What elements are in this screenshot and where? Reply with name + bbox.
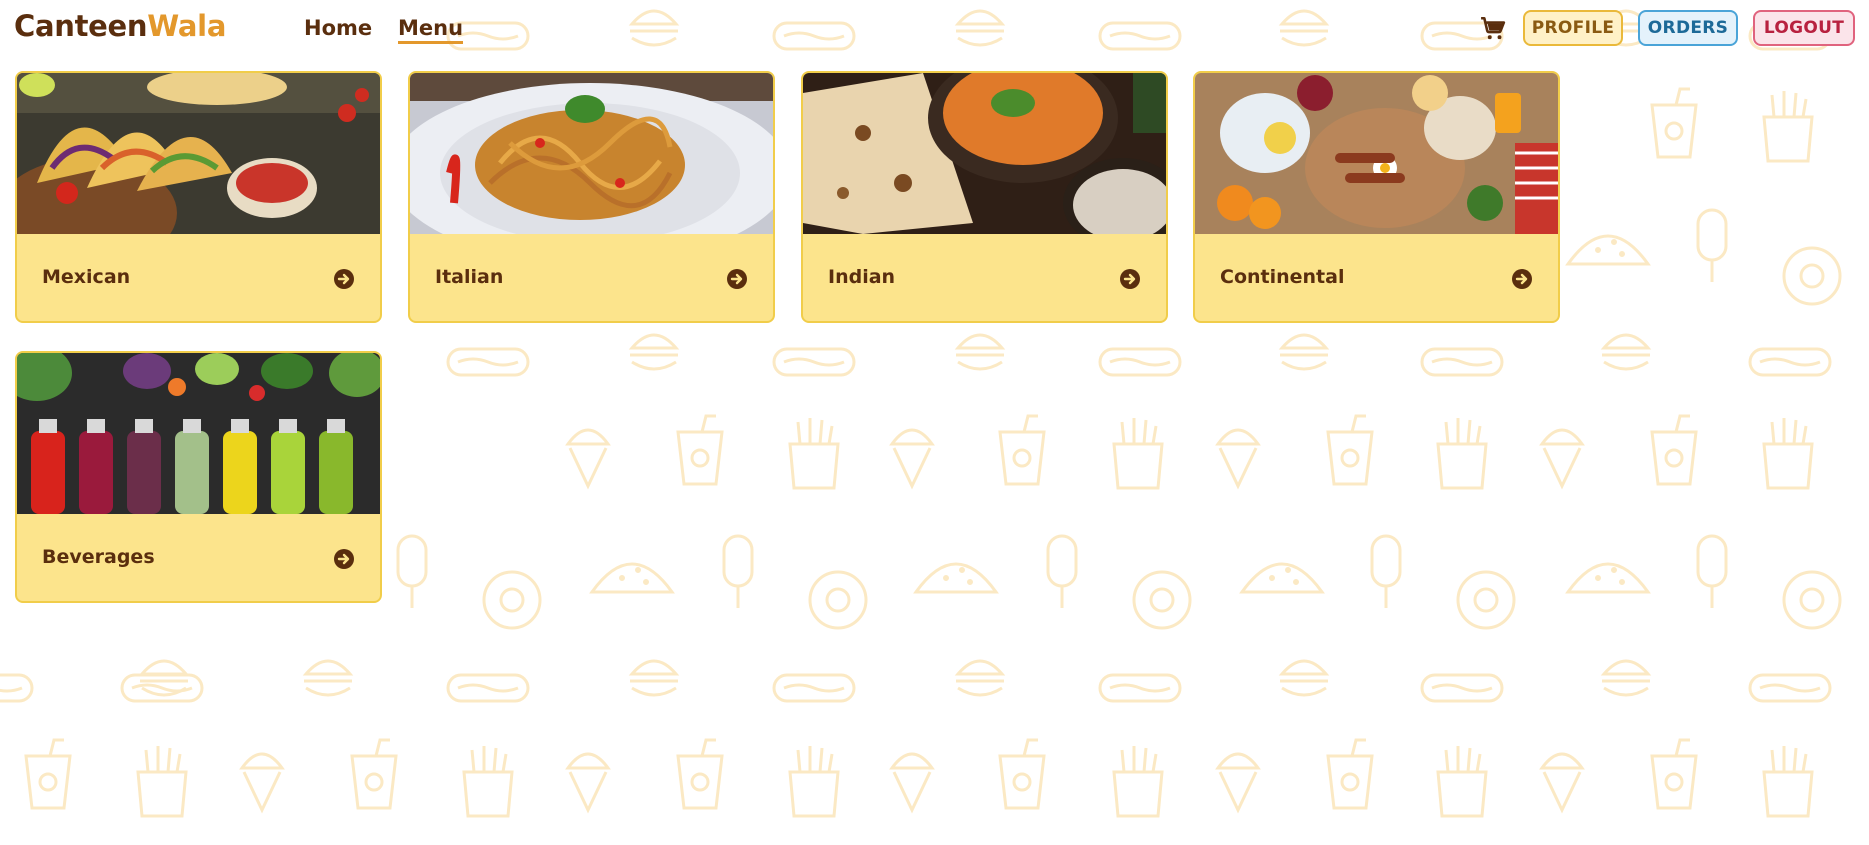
logout-button[interactable]: LOGOUT [1753,10,1855,46]
brand-name-part2: Wala [147,9,227,43]
category-title: Beverages [42,546,155,568]
category-card-italian[interactable]: Italian [408,71,775,323]
category-title: Continental [1220,266,1345,288]
navbar: CanteenWala Home Menu PROFILE ORDERS LOG… [0,0,1869,60]
orders-button[interactable]: ORDERS [1638,10,1738,46]
category-card-mexican[interactable]: Mexican [15,71,382,323]
card-footer: Continental [1195,234,1558,321]
category-card-beverages[interactable]: Beverages [15,351,382,603]
arrow-right-circle-icon[interactable] [1511,268,1533,290]
brand-logo[interactable]: CanteenWala [14,9,226,43]
category-card-indian[interactable]: Indian [801,71,1168,323]
category-card-continental[interactable]: Continental [1193,71,1560,323]
category-title: Italian [435,266,504,288]
arrow-right-circle-icon[interactable] [1119,268,1141,290]
cart-icon[interactable] [1480,15,1506,41]
card-footer: Indian [803,234,1166,321]
card-footer: Italian [410,234,773,321]
arrow-right-circle-icon[interactable] [333,548,355,570]
pasta-photo [410,73,773,234]
juice-bottles-photo [17,353,380,514]
nav-home-link[interactable]: Home [304,16,372,40]
category-title: Indian [828,266,896,288]
arrow-right-circle-icon[interactable] [333,268,355,290]
brand-name-part1: Canteen [14,9,148,43]
profile-button[interactable]: PROFILE [1523,10,1623,46]
card-footer: Mexican [17,234,380,321]
tacos-photo [17,73,380,234]
nav-menu-link[interactable]: Menu [398,16,464,44]
curry-photo [803,73,1166,234]
card-footer: Beverages [17,514,380,601]
arrow-right-circle-icon[interactable] [726,268,748,290]
category-title: Mexican [42,266,131,288]
breakfast-photo [1195,73,1558,234]
